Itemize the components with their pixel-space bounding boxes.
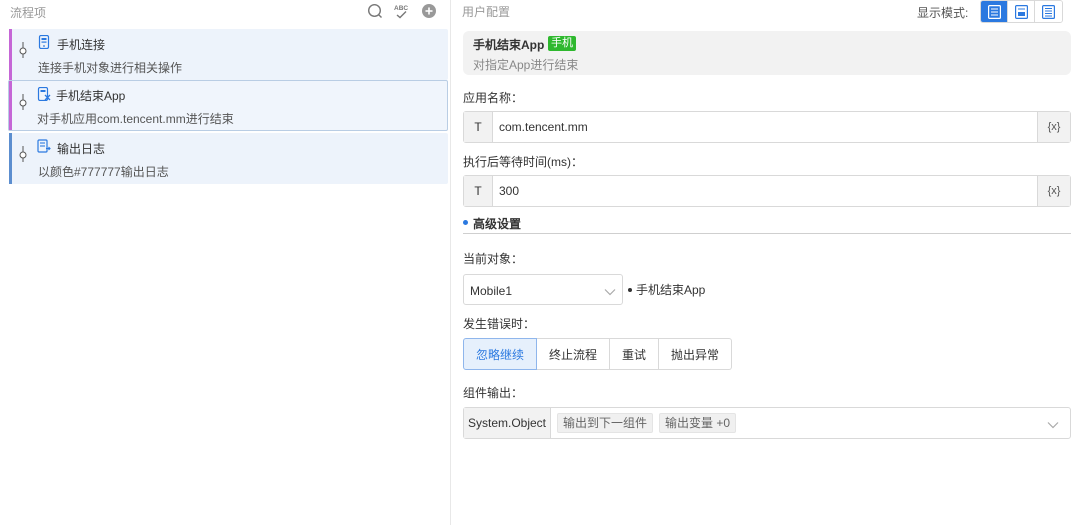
section-divider [463, 233, 1071, 234]
chevron-down-icon [604, 285, 616, 299]
phone-close-app-icon [37, 86, 51, 102]
phone-connect-icon [37, 34, 51, 50]
flow-items-panel: 流程项 ABC 手机连接 连接手机对象进行相关操作 手机结束App 对手机应用c… [0, 0, 451, 525]
section-bullet [463, 220, 468, 225]
option-retry[interactable]: 重试 [610, 338, 659, 370]
step-title: 手机连接 [57, 38, 106, 52]
step-title: 输出日志 [57, 142, 106, 156]
search-icon[interactable] [367, 3, 383, 19]
step-color-bar [9, 81, 12, 130]
component-output-select[interactable]: System.Object 输出到下一组件 输出变量 +0 [463, 407, 1071, 439]
mode-full-icon[interactable] [981, 1, 1008, 22]
mode-compact-icon[interactable] [1008, 1, 1035, 22]
output-type: System.Object [464, 408, 551, 438]
spellcheck-icon[interactable]: ABC [393, 3, 409, 19]
output-chip-next-component[interactable]: 输出到下一组件 [557, 413, 654, 433]
flow-items-title: 流程项 [10, 6, 47, 20]
on-error-label: 发生错误时： [463, 317, 536, 331]
step-connector-icon [18, 94, 28, 110]
current-object-label: 当前对象： [463, 252, 524, 266]
option-throw-exception[interactable]: 抛出异常 [659, 338, 732, 370]
current-object-select[interactable]: Mobile1 [463, 274, 623, 305]
component-description: 对指定App进行结束 [473, 58, 579, 72]
variable-insert-button[interactable]: {x} [1037, 112, 1070, 142]
step-color-bar [9, 133, 12, 184]
app-name-field: T {x} [463, 111, 1071, 143]
chevron-down-icon [1047, 418, 1059, 432]
flow-items-header: 流程项 ABC [0, 0, 450, 24]
advanced-settings-title[interactable]: 高级设置 [473, 215, 521, 232]
wait-time-field: T {x} [463, 175, 1071, 207]
object-bullet [628, 288, 632, 292]
mode-list-icon[interactable] [1035, 1, 1062, 22]
step-color-bar [9, 29, 12, 80]
current-object-target: 手机结束App [636, 283, 706, 297]
flow-step-log-output[interactable]: 输出日志 以颜色#777777输出日志 [9, 133, 448, 184]
component-info-card: 手机结束App 手机 对指定App进行结束 [463, 31, 1071, 75]
output-chip-variable[interactable]: 输出变量 +0 [659, 413, 737, 433]
flow-step-phone-close-app[interactable]: 手机结束App 对手机应用com.tencent.mm进行结束 [8, 80, 448, 131]
option-ignore-continue[interactable]: 忽略继续 [463, 338, 537, 370]
text-type-toggle[interactable]: T [464, 176, 493, 206]
flow-step-phone-connect[interactable]: 手机连接 连接手机对象进行相关操作 [9, 29, 448, 80]
log-output-icon [37, 139, 51, 153]
option-terminate-flow[interactable]: 终止流程 [537, 338, 610, 370]
component-output-label: 组件输出： [463, 386, 524, 400]
text-type-toggle[interactable]: T [464, 112, 493, 142]
wait-time-input[interactable] [499, 184, 1029, 198]
step-description: 连接手机对象进行相关操作 [38, 61, 183, 75]
step-description: 以颜色#777777输出日志 [38, 165, 169, 179]
step-connector-icon [18, 146, 28, 162]
user-config-title: 用户配置 [462, 5, 511, 19]
step-description: 对手机应用com.tencent.mm进行结束 [37, 112, 234, 126]
variable-insert-button[interactable]: {x} [1037, 176, 1070, 206]
step-title: 手机结束App [56, 89, 126, 103]
svg-text:ABC: ABC [394, 5, 408, 12]
add-circle-icon[interactable] [421, 3, 437, 19]
current-object-value: Mobile1 [470, 284, 513, 298]
app-name-input[interactable] [499, 120, 1029, 134]
app-name-label: 应用名称： [463, 91, 524, 105]
display-mode-switch [980, 0, 1063, 23]
component-tag-badge: 手机 [548, 36, 576, 51]
step-connector-icon [18, 42, 28, 58]
wait-time-label: 执行后等待时间(ms)： [463, 155, 583, 169]
on-error-options: 忽略继续 终止流程 重试 抛出异常 [463, 338, 732, 370]
component-title: 手机结束App [473, 38, 545, 52]
display-mode-label: 显示模式: [917, 6, 969, 20]
